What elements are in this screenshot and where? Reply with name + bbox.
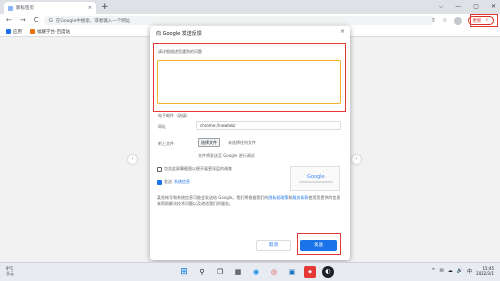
bookmark-site[interactable]: 福耀学台-百度站 [30,29,70,35]
choose-file-button[interactable]: 选择文件 [198,138,220,147]
active-app-icon[interactable]: ◐ [322,266,334,278]
clock-date: 2022/3/1 [476,271,494,276]
share-icon[interactable]: ⇧ [431,16,436,25]
terms-link[interactable]: 服务条款 [292,195,308,200]
bookmark-star-icon[interactable]: ☆ [442,16,447,25]
edge-icon[interactable]: ◉ [250,266,262,278]
url-label: 网址 [158,124,166,129]
cloud-icon[interactable]: ☁ [448,268,453,274]
title-bar: 新标签页 × + ⌵ — ▢ ✕ [0,0,500,14]
close-window-button[interactable]: ✕ [491,1,496,12]
search-icon[interactable]: ⚲ [196,266,208,278]
app-icon[interactable]: ◆ [304,266,316,278]
chrome-icon[interactable]: ◎ [268,266,280,278]
description-label: 请详细描述您遇到的问题 [158,49,202,54]
bookmark-icon [30,29,35,34]
cancel-button[interactable]: 取消 [256,240,291,251]
back-button[interactable]: ← [6,16,12,25]
screenshot-option[interactable]: 包含此屏幕截图以便开展更深层的调查 [157,166,232,172]
browser-tab[interactable]: 新标签页 × [4,2,96,14]
reload-button[interactable]: C [34,16,39,25]
tab-close-icon[interactable]: × [88,5,92,11]
send-highlight-box [297,233,341,255]
close-icon[interactable]: × [340,28,345,35]
thumbnail-search-bar [299,181,333,183]
update-highlight-box [470,14,498,27]
chevron-right-icon[interactable]: › [352,155,361,164]
no-file-text: 未选择任何文件 [228,140,256,145]
profile-avatar[interactable] [453,16,462,25]
attach-label: 附上文件 [158,141,174,146]
privacy-policy-link[interactable]: 隐私权政策 [268,195,288,200]
legal-prefix: 某些帐号和系统信息可能会发送给 Google。我们将根据我们的 [157,195,269,200]
email-label: 电子邮件（选填） [158,113,190,118]
system-info-checkbox[interactable] [157,179,162,185]
tab-title: 新标签页 [16,6,34,11]
description-textarea[interactable] [157,60,341,104]
system-info-link[interactable]: 系统信息 [174,179,190,185]
weather-widget[interactable]: 9°C 多云 [6,266,14,276]
start-icon[interactable]: ⊞ [178,266,190,278]
address-bar[interactable]: G 在Google中搜索，或者输入一个网址 [44,16,434,25]
weather-desc: 多云 [6,271,14,276]
task-view-icon[interactable]: ❐ [214,266,226,278]
system-info-option[interactable]: 发送 系统信息 [157,179,190,185]
attach-note: 文件将发送至 Google 进行调试 [198,153,255,158]
store-icon[interactable]: ▣ [286,266,298,278]
taskbar-apps: ⊞ ⚲ ❐ ▦ ◉ ◎ ▣ ◆ ◐ [178,266,334,278]
address-placeholder: 在Google中搜索，或者输入一个网址 [55,18,131,24]
widgets-icon[interactable]: ▦ [232,266,244,278]
ime-icon[interactable]: 中 [467,268,472,275]
volume-icon[interactable]: 🔊 [457,268,463,274]
url-field[interactable]: chrome://newtab/ [196,121,341,130]
bookmark-label: 福耀学台-百度站 [37,29,71,35]
new-tab-button[interactable]: + [101,1,109,13]
dialog-header: 向 Google 发送反馈 [156,30,202,37]
tab-favicon-icon [8,5,13,11]
dialog-title: 向 Google 发送反馈 [156,31,202,37]
system-info-prefix: 发送 [164,179,172,184]
google-logo: Google [307,174,325,180]
bookmark-apps[interactable]: 应用 [6,29,22,35]
legal-text: 某些帐号和系统信息可能会发送给 Google。我们将根据我们的隐私权政策和服务条… [157,195,341,207]
screenshot-option-label: 包含此屏幕截图以便开展更深层的调查 [164,166,232,171]
system-tray: ^ ✉ ☁ 🔊 中 15:45 2022/3/1 [431,266,494,276]
taskbar: 9°C 多云 ⊞ ⚲ ❐ ▦ ◉ ◎ ▣ ◆ ◐ ^ ✉ ☁ 🔊 中 15:45… [0,262,500,281]
screenshot-checkbox[interactable] [157,166,162,172]
bookmark-label: 应用 [13,29,22,35]
window-controls: ⌵ — ▢ ✕ [439,1,496,12]
minimize-button[interactable]: — [455,1,461,12]
apps-grid-icon [6,29,11,34]
mail-icon[interactable]: ✉ [440,268,444,274]
clock[interactable]: 15:45 2022/3/1 [476,266,494,276]
maximize-button[interactable]: ▢ [473,1,479,12]
tab-search-icon[interactable]: ⌵ [439,1,444,12]
google-icon: G [49,17,53,24]
tray-chevron-icon[interactable]: ^ [431,268,435,274]
screenshot-thumbnail[interactable]: Google [290,166,340,191]
chevron-left-icon[interactable]: ‹ [128,155,137,164]
forward-button[interactable]: → [20,16,26,25]
